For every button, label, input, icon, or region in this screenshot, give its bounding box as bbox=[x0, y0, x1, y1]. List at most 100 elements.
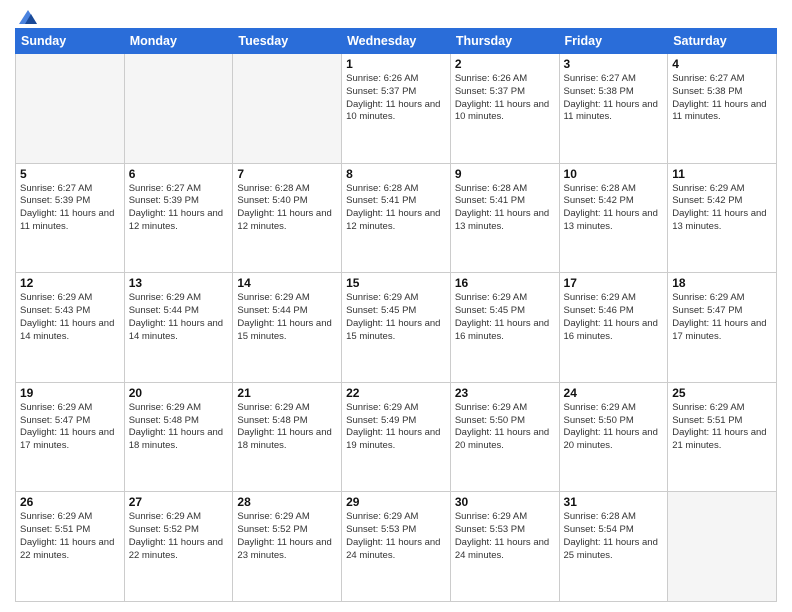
weekday-header-thursday: Thursday bbox=[450, 29, 559, 54]
day-number: 4 bbox=[672, 57, 772, 71]
day-number: 27 bbox=[129, 495, 229, 509]
calendar-cell: 26 Sunrise: 6:29 AM Sunset: 5:51 PM Dayli… bbox=[16, 492, 125, 602]
day-number: 9 bbox=[455, 167, 555, 181]
calendar-week-row: 26 Sunrise: 6:29 AM Sunset: 5:51 PM Dayli… bbox=[16, 492, 777, 602]
calendar-cell bbox=[124, 54, 233, 164]
calendar-cell bbox=[668, 492, 777, 602]
calendar-cell: 15 Sunrise: 6:29 AM Sunset: 5:45 PM Dayli… bbox=[342, 273, 451, 383]
day-info: Sunrise: 6:29 AM Sunset: 5:48 PM Dayligh… bbox=[237, 402, 337, 453]
logo-icon bbox=[17, 8, 39, 26]
day-number: 17 bbox=[564, 276, 664, 290]
day-number: 11 bbox=[672, 167, 772, 181]
day-info: Sunrise: 6:28 AM Sunset: 5:40 PM Dayligh… bbox=[237, 183, 337, 234]
day-number: 18 bbox=[672, 276, 772, 290]
day-number: 3 bbox=[564, 57, 664, 71]
day-number: 15 bbox=[346, 276, 446, 290]
day-number: 7 bbox=[237, 167, 337, 181]
day-number: 22 bbox=[346, 386, 446, 400]
day-number: 20 bbox=[129, 386, 229, 400]
weekday-header-tuesday: Tuesday bbox=[233, 29, 342, 54]
day-info: Sunrise: 6:26 AM Sunset: 5:37 PM Dayligh… bbox=[346, 73, 446, 124]
day-number: 30 bbox=[455, 495, 555, 509]
calendar-cell: 10 Sunrise: 6:28 AM Sunset: 5:42 PM Dayli… bbox=[559, 163, 668, 273]
calendar-cell: 18Sunrise: 6:29 AM Sunset: 5:47 PM Dayli… bbox=[668, 273, 777, 383]
calendar-table: SundayMondayTuesdayWednesdayThursdayFrid… bbox=[15, 28, 777, 602]
day-info: Sunrise: 6:29 AM Sunset: 5:53 PM Dayligh… bbox=[455, 511, 555, 562]
day-info: Sunrise: 6:29 AM Sunset: 5:51 PM Dayligh… bbox=[672, 402, 772, 453]
calendar-cell bbox=[16, 54, 125, 164]
calendar-cell bbox=[233, 54, 342, 164]
calendar-cell: 22 Sunrise: 6:29 AM Sunset: 5:49 PM Dayli… bbox=[342, 382, 451, 492]
day-info: Sunrise: 6:29 AM Sunset: 5:47 PM Dayligh… bbox=[20, 402, 120, 453]
day-number: 1 bbox=[346, 57, 446, 71]
calendar-cell: 23Sunrise: 6:29 AM Sunset: 5:50 PM Dayli… bbox=[450, 382, 559, 492]
day-info: Sunrise: 6:29 AM Sunset: 5:52 PM Dayligh… bbox=[129, 511, 229, 562]
day-number: 16 bbox=[455, 276, 555, 290]
day-info: Sunrise: 6:27 AM Sunset: 5:39 PM Dayligh… bbox=[20, 183, 120, 234]
day-info: Sunrise: 6:29 AM Sunset: 5:50 PM Dayligh… bbox=[564, 402, 664, 453]
day-info: Sunrise: 6:29 AM Sunset: 5:44 PM Dayligh… bbox=[129, 292, 229, 343]
day-info: Sunrise: 6:29 AM Sunset: 5:52 PM Dayligh… bbox=[237, 511, 337, 562]
calendar-cell: 8 Sunrise: 6:28 AM Sunset: 5:41 PM Daylig… bbox=[342, 163, 451, 273]
day-info: Sunrise: 6:29 AM Sunset: 5:49 PM Dayligh… bbox=[346, 402, 446, 453]
calendar-cell: 31 Sunrise: 6:28 AM Sunset: 5:54 PM Dayli… bbox=[559, 492, 668, 602]
calendar-week-row: 19 Sunrise: 6:29 AM Sunset: 5:47 PM Dayli… bbox=[16, 382, 777, 492]
weekday-header-wednesday: Wednesday bbox=[342, 29, 451, 54]
day-number: 26 bbox=[20, 495, 120, 509]
logo bbox=[15, 10, 39, 22]
calendar-cell: 6 Sunrise: 6:27 AM Sunset: 5:39 PM Daylig… bbox=[124, 163, 233, 273]
calendar-cell: 3Sunrise: 6:27 AM Sunset: 5:38 PM Daylig… bbox=[559, 54, 668, 164]
weekday-header-monday: Monday bbox=[124, 29, 233, 54]
day-number: 25 bbox=[672, 386, 772, 400]
day-number: 24 bbox=[564, 386, 664, 400]
page: SundayMondayTuesdayWednesdayThursdayFrid… bbox=[0, 0, 792, 612]
calendar-cell: 12Sunrise: 6:29 AM Sunset: 5:43 PM Dayli… bbox=[16, 273, 125, 383]
day-number: 14 bbox=[237, 276, 337, 290]
day-number: 28 bbox=[237, 495, 337, 509]
calendar-header-row: SundayMondayTuesdayWednesdayThursdayFrid… bbox=[16, 29, 777, 54]
day-number: 8 bbox=[346, 167, 446, 181]
day-info: Sunrise: 6:29 AM Sunset: 5:46 PM Dayligh… bbox=[564, 292, 664, 343]
calendar-cell: 20Sunrise: 6:29 AM Sunset: 5:48 PM Dayli… bbox=[124, 382, 233, 492]
calendar-cell: 2Sunrise: 6:26 AM Sunset: 5:37 PM Daylig… bbox=[450, 54, 559, 164]
calendar-cell: 16 Sunrise: 6:29 AM Sunset: 5:45 PM Dayli… bbox=[450, 273, 559, 383]
day-info: Sunrise: 6:29 AM Sunset: 5:45 PM Dayligh… bbox=[346, 292, 446, 343]
day-number: 6 bbox=[129, 167, 229, 181]
day-info: Sunrise: 6:29 AM Sunset: 5:45 PM Dayligh… bbox=[455, 292, 555, 343]
day-number: 19 bbox=[20, 386, 120, 400]
weekday-header-sunday: Sunday bbox=[16, 29, 125, 54]
day-number: 31 bbox=[564, 495, 664, 509]
day-info: Sunrise: 6:27 AM Sunset: 5:39 PM Dayligh… bbox=[129, 183, 229, 234]
day-info: Sunrise: 6:28 AM Sunset: 5:42 PM Dayligh… bbox=[564, 183, 664, 234]
calendar-cell: 24 Sunrise: 6:29 AM Sunset: 5:50 PM Dayli… bbox=[559, 382, 668, 492]
day-info: Sunrise: 6:28 AM Sunset: 5:54 PM Dayligh… bbox=[564, 511, 664, 562]
calendar-cell: 21Sunrise: 6:29 AM Sunset: 5:48 PM Dayli… bbox=[233, 382, 342, 492]
day-info: Sunrise: 6:29 AM Sunset: 5:42 PM Dayligh… bbox=[672, 183, 772, 234]
day-info: Sunrise: 6:27 AM Sunset: 5:38 PM Dayligh… bbox=[672, 73, 772, 124]
day-number: 5 bbox=[20, 167, 120, 181]
calendar-cell: 27 Sunrise: 6:29 AM Sunset: 5:52 PM Dayli… bbox=[124, 492, 233, 602]
calendar-cell: 28 Sunrise: 6:29 AM Sunset: 5:52 PM Dayli… bbox=[233, 492, 342, 602]
calendar-cell: 13 Sunrise: 6:29 AM Sunset: 5:44 PM Dayli… bbox=[124, 273, 233, 383]
day-number: 29 bbox=[346, 495, 446, 509]
calendar-cell: 29Sunrise: 6:29 AM Sunset: 5:53 PM Dayli… bbox=[342, 492, 451, 602]
calendar-cell: 7 Sunrise: 6:28 AM Sunset: 5:40 PM Daylig… bbox=[233, 163, 342, 273]
calendar-cell: 17 Sunrise: 6:29 AM Sunset: 5:46 PM Dayli… bbox=[559, 273, 668, 383]
calendar-cell: 9 Sunrise: 6:28 AM Sunset: 5:41 PM Daylig… bbox=[450, 163, 559, 273]
calendar-cell: 11 Sunrise: 6:29 AM Sunset: 5:42 PM Dayli… bbox=[668, 163, 777, 273]
calendar-cell: 5 Sunrise: 6:27 AM Sunset: 5:39 PM Daylig… bbox=[16, 163, 125, 273]
calendar-week-row: 5 Sunrise: 6:27 AM Sunset: 5:39 PM Daylig… bbox=[16, 163, 777, 273]
header bbox=[15, 10, 777, 22]
day-number: 23 bbox=[455, 386, 555, 400]
day-info: Sunrise: 6:29 AM Sunset: 5:51 PM Dayligh… bbox=[20, 511, 120, 562]
weekday-header-friday: Friday bbox=[559, 29, 668, 54]
calendar-week-row: 12Sunrise: 6:29 AM Sunset: 5:43 PM Dayli… bbox=[16, 273, 777, 383]
calendar-week-row: 1 Sunrise: 6:26 AM Sunset: 5:37 PM Daylig… bbox=[16, 54, 777, 164]
day-info: Sunrise: 6:28 AM Sunset: 5:41 PM Dayligh… bbox=[455, 183, 555, 234]
day-info: Sunrise: 6:28 AM Sunset: 5:41 PM Dayligh… bbox=[346, 183, 446, 234]
day-number: 10 bbox=[564, 167, 664, 181]
weekday-header-saturday: Saturday bbox=[668, 29, 777, 54]
day-number: 13 bbox=[129, 276, 229, 290]
day-info: Sunrise: 6:29 AM Sunset: 5:44 PM Dayligh… bbox=[237, 292, 337, 343]
calendar-cell: 30 Sunrise: 6:29 AM Sunset: 5:53 PM Dayli… bbox=[450, 492, 559, 602]
